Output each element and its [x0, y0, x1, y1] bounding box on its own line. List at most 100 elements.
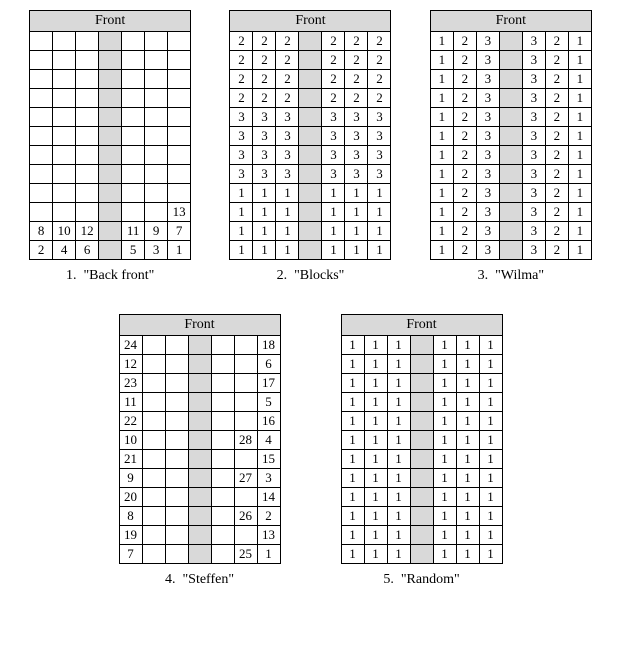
seat-cell: 2: [453, 241, 476, 260]
seat-cell: 1: [341, 374, 364, 393]
seat-cell: 1: [433, 507, 456, 526]
seat-cell: 1: [322, 184, 345, 203]
seat-cell: 1: [430, 146, 453, 165]
seat-cell: [76, 32, 99, 51]
seat-cell: [234, 336, 257, 355]
seat-row: 123321: [430, 108, 591, 127]
seat-cell: [53, 146, 76, 165]
seat-cell: 1: [387, 355, 410, 374]
aisle-cell: [299, 203, 322, 222]
seat-cell: 3: [522, 89, 545, 108]
seat-row: 2115: [119, 450, 280, 469]
seat-cell: 1: [433, 412, 456, 431]
seat-cell: 3: [522, 32, 545, 51]
seat-cell: 1: [364, 431, 387, 450]
seat-cell: [53, 32, 76, 51]
seat-cell: 3: [368, 146, 391, 165]
seat-cell: 3: [476, 241, 499, 260]
seat-cell: 1: [568, 165, 591, 184]
seat-cell: 2: [368, 70, 391, 89]
seat-cell: [168, 89, 191, 108]
seat-cell: 2: [257, 507, 280, 526]
seat-cell: 2: [453, 51, 476, 70]
seat-cell: 1: [364, 450, 387, 469]
seat-cell: 2: [253, 32, 276, 51]
seat-cell: 1: [253, 184, 276, 203]
seat-cell: 3: [476, 146, 499, 165]
seat-cell: 1: [433, 545, 456, 564]
seat-cell: 3: [476, 32, 499, 51]
seat-cell: 1: [430, 70, 453, 89]
seat-cell: 1: [568, 146, 591, 165]
seat-cell: [234, 374, 257, 393]
method-1: Front138101211972465311. "Back front": [29, 10, 191, 284]
seat-cell: [30, 203, 53, 222]
aisle-cell: [410, 374, 433, 393]
seat-cell: 1: [479, 374, 502, 393]
seat-cell: 1: [433, 450, 456, 469]
seat-cell: [122, 146, 145, 165]
seat-row: 111111: [341, 412, 502, 431]
seat-cell: 1: [168, 241, 191, 260]
seat-row: 222222: [230, 51, 391, 70]
seat-cell: 3: [322, 108, 345, 127]
seat-cell: [30, 146, 53, 165]
method-5: Front11111111111111111111111111111111111…: [341, 314, 503, 588]
seat-cell: [234, 412, 257, 431]
seat-cell: [168, 165, 191, 184]
seat-row: [30, 51, 191, 70]
seat-cell: 1: [430, 241, 453, 260]
seat-cell: 1: [433, 488, 456, 507]
seat-cell: [53, 108, 76, 127]
seat-cell: [165, 488, 188, 507]
seat-cell: 1: [479, 469, 502, 488]
seat-cell: 2: [345, 70, 368, 89]
seat-cell: 1: [568, 108, 591, 127]
method-caption: 2. "Blocks": [277, 268, 345, 284]
aisle-cell: [99, 51, 122, 70]
seat-cell: 3: [345, 165, 368, 184]
seat-cell: [165, 526, 188, 545]
seat-cell: 1: [364, 393, 387, 412]
seating-grid: Front11111111111111111111111111111111111…: [341, 314, 503, 564]
seat-cell: 2: [453, 222, 476, 241]
seat-cell: 3: [345, 127, 368, 146]
seat-row: 333333: [230, 108, 391, 127]
seat-cell: 3: [476, 203, 499, 222]
seat-cell: 1: [456, 469, 479, 488]
method-caption: 1. "Back front": [66, 268, 154, 284]
seat-row: 123321: [430, 89, 591, 108]
seat-cell: 2: [276, 89, 299, 108]
aisle-cell: [188, 526, 211, 545]
seat-cell: 26: [234, 507, 257, 526]
seat-cell: [168, 32, 191, 51]
method-4: Front24181262317115221610284211592732014…: [119, 314, 281, 588]
seat-cell: 3: [276, 108, 299, 127]
seat-row: 123321: [430, 51, 591, 70]
seat-cell: 1: [276, 184, 299, 203]
seat-cell: 3: [522, 165, 545, 184]
front-label: Front: [430, 11, 591, 32]
seat-cell: 3: [230, 127, 253, 146]
seat-cell: 1: [364, 507, 387, 526]
seat-cell: 3: [253, 165, 276, 184]
seat-cell: 1: [345, 241, 368, 260]
seat-cell: 1: [387, 526, 410, 545]
seat-cell: 1: [387, 488, 410, 507]
seat-cell: 3: [276, 127, 299, 146]
seat-cell: 24: [119, 336, 142, 355]
seat-cell: 1: [387, 374, 410, 393]
aisle-cell: [299, 241, 322, 260]
seat-cell: 3: [345, 146, 368, 165]
aisle-cell: [410, 412, 433, 431]
seat-cell: 1: [341, 488, 364, 507]
seat-cell: [142, 450, 165, 469]
seat-cell: [142, 488, 165, 507]
seat-cell: 1: [368, 184, 391, 203]
seat-cell: 1: [364, 526, 387, 545]
seat-cell: 20: [119, 488, 142, 507]
seat-cell: [122, 32, 145, 51]
aisle-cell: [499, 70, 522, 89]
seat-cell: [234, 393, 257, 412]
seat-cell: 1: [433, 526, 456, 545]
